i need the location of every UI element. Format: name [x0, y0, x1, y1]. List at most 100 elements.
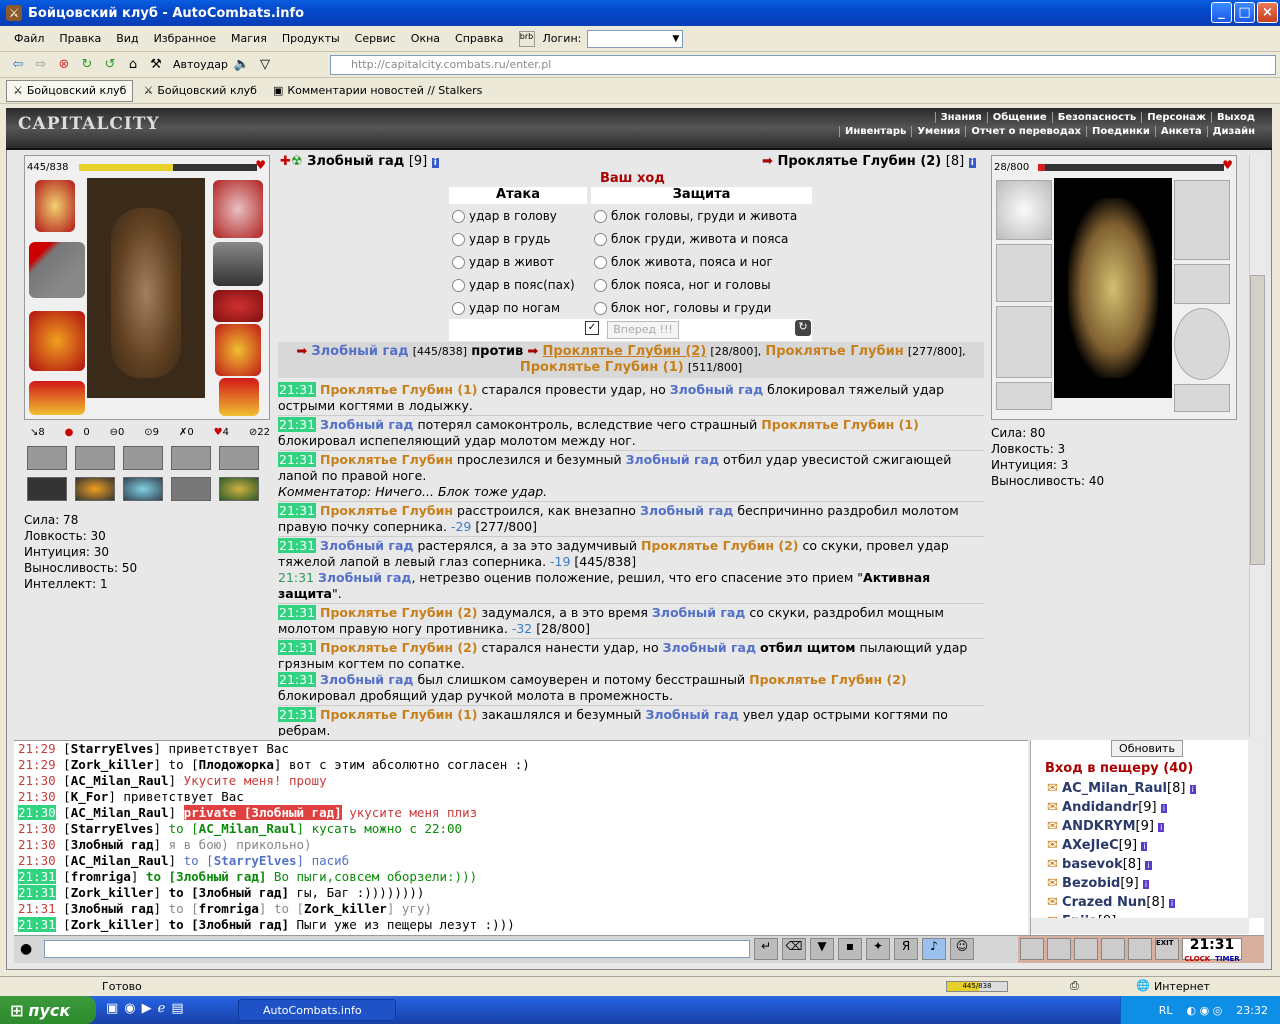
- who-user[interactable]: ✉ Andidandr[9] i: [1047, 799, 1196, 818]
- media-icon[interactable]: ▶: [142, 1001, 152, 1016]
- radio[interactable]: [452, 279, 465, 292]
- tab-stalkers[interactable]: ▣ Комментарии новостей // Stalkers: [267, 80, 488, 102]
- skill-slot[interactable]: [171, 446, 211, 470]
- login-select[interactable]: ▼: [587, 29, 684, 48]
- menu-service[interactable]: Сервис: [355, 32, 396, 45]
- nav-inventory[interactable]: Инвентарь: [839, 126, 912, 137]
- boots-item[interactable]: [219, 378, 259, 416]
- attack-chest[interactable]: удар в грудь: [452, 228, 575, 251]
- enemy-name[interactable]: Проклятье Глубин (2): [777, 154, 941, 169]
- nav-profile[interactable]: Анкета: [1154, 126, 1207, 137]
- bracers-item[interactable]: [213, 242, 263, 286]
- menu-favorites[interactable]: Избранное: [154, 32, 216, 45]
- desktop-icon[interactable]: ▣: [106, 1001, 118, 1016]
- versus-enemy[interactable]: Проклятье Глубин: [765, 344, 903, 359]
- nav-fights[interactable]: Поединки: [1086, 126, 1155, 137]
- user-icon[interactable]: ✦: [866, 938, 890, 960]
- skill-slot[interactable]: [27, 477, 67, 501]
- who-user[interactable]: ✉ ANDKRYM[9] i: [1047, 818, 1196, 837]
- filter-icon[interactable]: ▽: [255, 55, 275, 75]
- menu-products[interactable]: Продукты: [282, 32, 340, 45]
- defense-3[interactable]: блок живота, пояса и ног: [594, 251, 797, 274]
- minimize-button[interactable]: _: [1211, 2, 1232, 23]
- refresh-button[interactable]: Обновить: [1111, 740, 1183, 757]
- skill-slot[interactable]: [123, 446, 163, 470]
- maximize-button[interactable]: □: [1234, 2, 1255, 23]
- radio[interactable]: [594, 279, 607, 292]
- radio[interactable]: [594, 256, 607, 269]
- menu-help[interactable]: Справка: [455, 32, 503, 45]
- eraser-icon[interactable]: ⌫: [782, 938, 806, 960]
- back-icon[interactable]: ⇦: [8, 55, 28, 75]
- taskbar-item[interactable]: AutoCombats.info: [238, 999, 396, 1021]
- defense-1[interactable]: блок головы, груди и живота: [594, 205, 797, 228]
- skill-slot[interactable]: [75, 477, 115, 501]
- radio[interactable]: [594, 302, 607, 315]
- info-icon[interactable]: i: [431, 158, 439, 168]
- versus-enemy-2[interactable]: Проклятье Глубин (2): [542, 344, 706, 359]
- attack-legs[interactable]: удар по ногам: [452, 297, 575, 320]
- smiley-icon[interactable]: ●: [20, 941, 32, 957]
- send-icon[interactable]: ↵: [754, 938, 778, 960]
- filter-icon[interactable]: ▼: [810, 938, 834, 960]
- radio[interactable]: [452, 233, 465, 246]
- smiles-icon[interactable]: ☺: [950, 938, 974, 960]
- info-icon[interactable]: i: [968, 158, 976, 168]
- scroll-thumb[interactable]: [1250, 275, 1265, 565]
- refresh-all-icon[interactable]: ↺: [100, 55, 120, 75]
- player-name[interactable]: Злобный гад: [307, 154, 404, 169]
- radio[interactable]: [452, 302, 465, 315]
- menu-view[interactable]: Вид: [116, 32, 138, 45]
- tab-combats-1[interactable]: ⚔ Бойцовский клуб: [6, 79, 134, 102]
- skill-slot[interactable]: [219, 446, 259, 470]
- refresh-battle-icon[interactable]: ↻: [795, 320, 811, 336]
- who-scrollbar[interactable]: [1248, 740, 1264, 918]
- stop-icon[interactable]: ⊗: [54, 55, 74, 75]
- browser-icon[interactable]: ◉: [124, 1001, 135, 1016]
- confirm-checkbox[interactable]: ✓: [585, 321, 599, 335]
- sound-icon[interactable]: 🔈: [232, 55, 252, 75]
- forward-button[interactable]: Вперед !!!: [607, 321, 679, 339]
- versus-enemy-1[interactable]: Проклятье Глубин (1): [520, 360, 684, 375]
- main-scrollbar[interactable]: [1249, 155, 1265, 737]
- armor-item[interactable]: [29, 311, 85, 371]
- menu-file[interactable]: Файл: [14, 32, 44, 45]
- inventory-icon[interactable]: [1020, 938, 1044, 960]
- nav-skills[interactable]: Умения: [911, 126, 966, 137]
- who-user[interactable]: ✉ Crazed Nun[8] i: [1047, 894, 1196, 913]
- skill-slot[interactable]: [171, 477, 211, 501]
- shield-item[interactable]: [215, 324, 261, 376]
- brb-icon[interactable]: brb: [518, 30, 535, 47]
- app-icon[interactable]: ▤: [171, 1001, 183, 1016]
- friends-icon[interactable]: [1074, 938, 1098, 960]
- earrings-item[interactable]: [213, 180, 263, 238]
- defense-2[interactable]: блок груди, живота и пояса: [594, 228, 797, 251]
- lock-icon[interactable]: [1047, 938, 1071, 960]
- nav-knowledge[interactable]: Знания: [934, 112, 987, 123]
- nav-security[interactable]: Безопасность: [1051, 112, 1142, 123]
- who-user[interactable]: ✉ AC_Milan_Raul[8] i: [1047, 780, 1196, 799]
- start-button[interactable]: ⊞ пуск: [0, 996, 96, 1024]
- nav-communication[interactable]: Общение: [986, 112, 1052, 123]
- skill-slot[interactable]: [75, 446, 115, 470]
- refresh-icon[interactable]: ↻: [77, 55, 97, 75]
- gloves-item[interactable]: [213, 290, 263, 322]
- radio[interactable]: [452, 256, 465, 269]
- autoudar-dropdown[interactable]: Автоудар: [173, 58, 228, 71]
- home-icon[interactable]: ⌂: [123, 55, 143, 75]
- ie-icon[interactable]: ℯ: [158, 1001, 166, 1016]
- menu-windows[interactable]: Окна: [411, 32, 440, 45]
- radio[interactable]: [452, 210, 465, 223]
- save-icon[interactable]: ▪: [838, 938, 862, 960]
- tab-combats-2[interactable]: ⚔ Бойцовский клуб: [137, 80, 262, 102]
- who-hscrollbar[interactable]: [1031, 918, 1249, 934]
- who-user[interactable]: ✉ Bezobid[9] i: [1047, 875, 1196, 894]
- weapon-item[interactable]: [29, 242, 85, 298]
- defense-5[interactable]: блок ног, головы и груди: [594, 297, 797, 320]
- flag-icon[interactable]: [1128, 938, 1152, 960]
- helmet-item[interactable]: [35, 180, 75, 232]
- exit-icon[interactable]: EXIT: [1155, 938, 1179, 960]
- translit-icon[interactable]: Я: [894, 938, 918, 960]
- nav-transfers[interactable]: Отчет о переводах: [965, 126, 1087, 137]
- attack-head[interactable]: удар в голову: [452, 205, 575, 228]
